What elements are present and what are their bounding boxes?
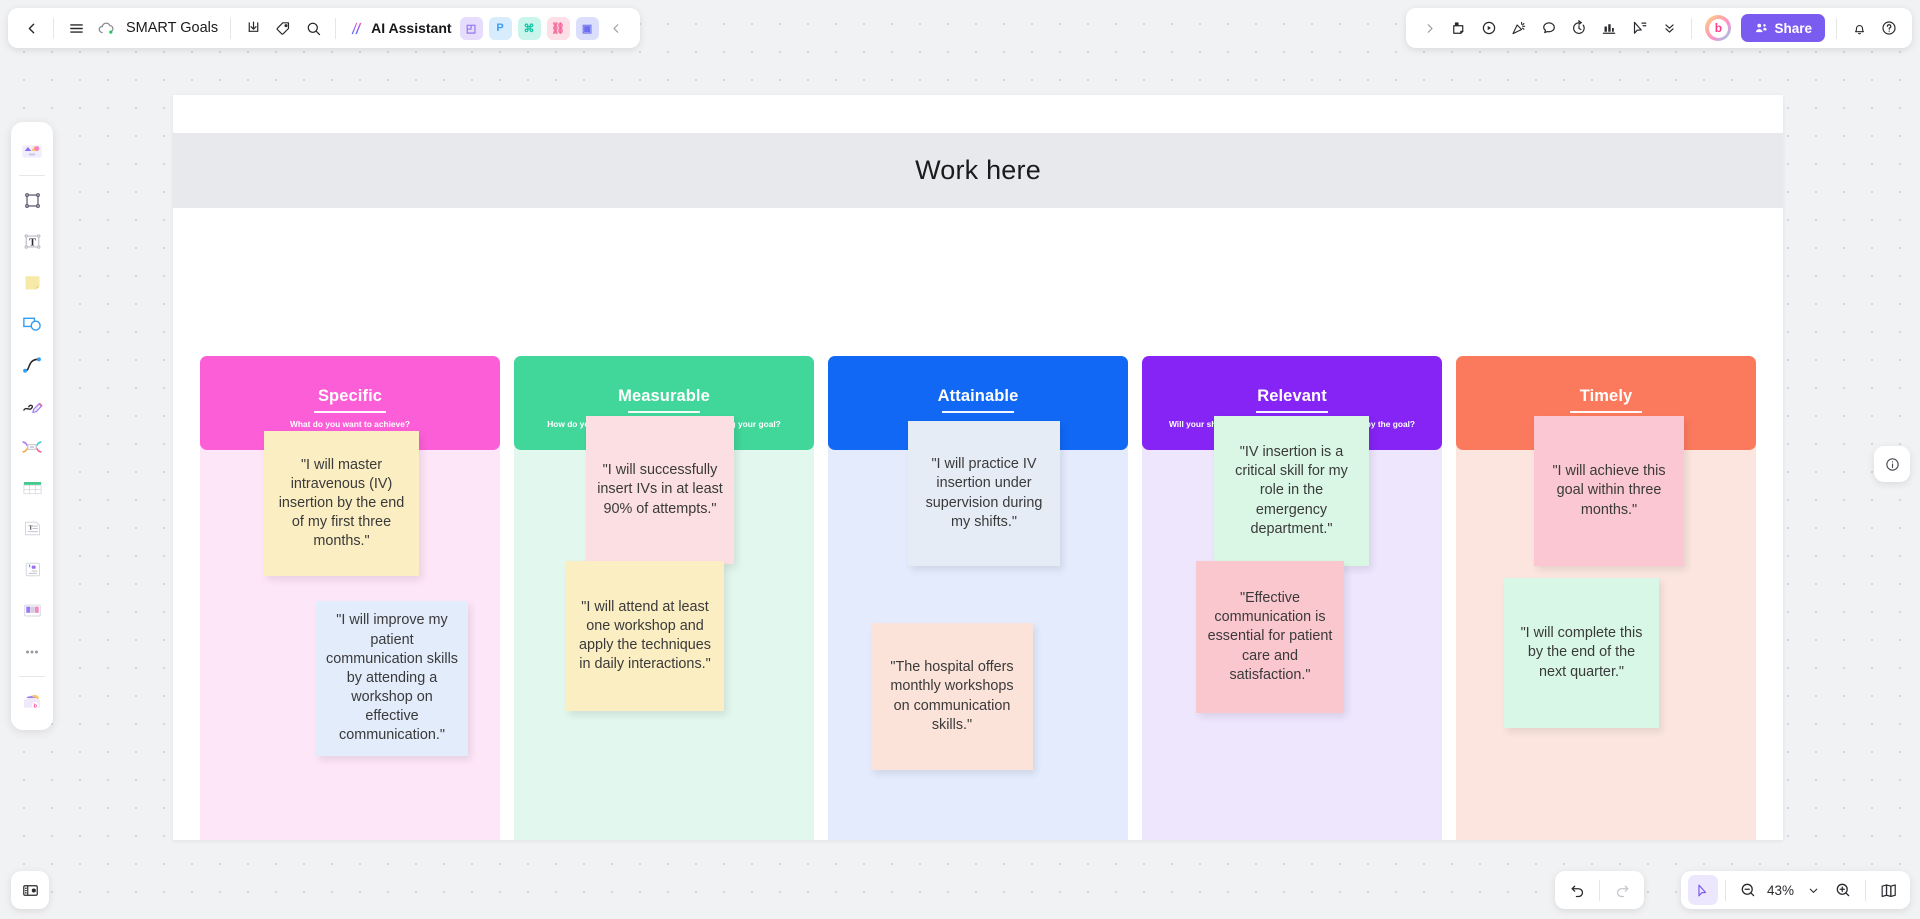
chart-icon[interactable]: [1594, 13, 1624, 43]
brand-avatar[interactable]: b: [1705, 15, 1732, 41]
help-icon[interactable]: [1874, 13, 1904, 43]
cloud-sync-icon[interactable]: [91, 13, 121, 43]
column-specific[interactable]: Specific What do you want to achieve? "I w…: [200, 356, 500, 840]
zoom-chevron-down-icon[interactable]: [1798, 875, 1828, 905]
download-button[interactable]: [238, 13, 268, 43]
column-body-timely[interactable]: "I will achieve this goal within three m…: [1462, 356, 1750, 840]
undo-redo-group[interactable]: [1555, 871, 1644, 909]
frame-icon[interactable]: [15, 184, 49, 218]
divider: [1691, 17, 1693, 39]
kanban-icon[interactable]: [15, 594, 49, 628]
collapse-chevron-left-icon[interactable]: [602, 13, 632, 43]
sticky-note[interactable]: "I will attend at least one workshop and…: [566, 561, 724, 711]
app-root: Work here Specific What do you want to ac…: [0, 0, 1920, 919]
connector-icon[interactable]: [15, 348, 49, 382]
select-cursor-button[interactable]: [1687, 875, 1718, 905]
zoom-out-button[interactable]: [1733, 875, 1763, 905]
board-info-button[interactable]: [1874, 446, 1910, 482]
mindmap-icon[interactable]: [15, 430, 49, 464]
frames-panel-button[interactable]: [11, 871, 49, 909]
card-icon[interactable]: [15, 553, 49, 587]
sticky-lock-icon[interactable]: [1444, 13, 1474, 43]
zoom-controls[interactable]: 43%: [1680, 871, 1910, 909]
play-circle-icon[interactable]: [1474, 13, 1504, 43]
smart-columns: Specific What do you want to achieve? "I w…: [173, 243, 1783, 840]
timer-icon[interactable]: [1564, 13, 1594, 43]
comment-icon[interactable]: [1534, 13, 1564, 43]
column-timely[interactable]: TimelyWhen will you achieve the goal?"I …: [1456, 356, 1756, 840]
sticky-note[interactable]: "I will successfully insert IVs in at le…: [586, 416, 734, 564]
app-chip-comment-bot[interactable]: ▣: [575, 16, 599, 40]
app-chip-group[interactable]: ◰ P ⌘ ⛓ ▣: [457, 16, 602, 40]
divider: [335, 17, 337, 39]
column-relevant[interactable]: RelevantWill your short and long-term ne…: [1142, 356, 1442, 840]
redo-button[interactable]: [1607, 875, 1637, 905]
document-title-text: SMART Goals: [126, 20, 219, 36]
sticky-note[interactable]: "I will complete this by the end of the …: [1504, 578, 1659, 728]
menu-button[interactable]: [61, 13, 91, 43]
sticky-note[interactable]: "I will improve my patient communication…: [316, 601, 468, 756]
sticky-note[interactable]: "I will practice IV insertion under supe…: [908, 421, 1060, 566]
rail-divider: [19, 676, 45, 677]
expand-chevron-right-icon[interactable]: [1414, 13, 1444, 43]
chevron-double-down-icon[interactable]: [1654, 13, 1684, 43]
sticky-note[interactable]: "Effective communication is essential fo…: [1196, 561, 1344, 713]
app-chip-mindmap[interactable]: ⌘: [517, 16, 541, 40]
party-popper-icon[interactable]: [1504, 13, 1534, 43]
sticky-note[interactable]: "IV insertion is a critical skill for my…: [1214, 416, 1369, 566]
minimap-button[interactable]: [1873, 875, 1903, 905]
column-attainable[interactable]: AttainableHow to achieve your goal?"I wi…: [828, 356, 1128, 840]
board-title-band: Work here: [173, 133, 1783, 208]
svg-text:b: b: [34, 703, 38, 709]
notification-bell-icon[interactable]: [1844, 13, 1874, 43]
ai-tools-icon[interactable]: b: [15, 685, 49, 719]
zoom-level-label[interactable]: 43%: [1763, 883, 1798, 898]
board-title: Work here: [915, 155, 1041, 185]
column-measurable[interactable]: MeasurableHow do you measure the progres…: [514, 356, 814, 840]
share-label: Share: [1774, 20, 1812, 36]
column-body-measurable[interactable]: "I will successfully insert IVs in at le…: [520, 356, 808, 840]
back-button[interactable]: [16, 13, 46, 43]
svg-text:T: T: [29, 237, 36, 248]
column-body-specific[interactable]: "I will master intravenous (IV) insertio…: [206, 356, 494, 840]
sticky-note[interactable]: "I will master intravenous (IV) insertio…: [264, 431, 419, 576]
divider: [230, 17, 232, 39]
app-chip-flowchart[interactable]: ⛓: [546, 16, 570, 40]
rail-divider: [19, 175, 45, 176]
templates-icon[interactable]: [15, 134, 49, 168]
column-body-relevant[interactable]: "IV insertion is a critical skill for my…: [1148, 356, 1436, 840]
sticky-note[interactable]: "The hospital offers monthly workshops o…: [871, 623, 1033, 770]
presenter-cursor-icon[interactable]: [1624, 13, 1654, 43]
share-button[interactable]: Share: [1741, 14, 1825, 42]
shapes-icon[interactable]: [15, 307, 49, 341]
search-button[interactable]: [298, 13, 328, 43]
more-tools-icon[interactable]: [15, 635, 49, 669]
divider: [1599, 879, 1600, 901]
tag-button[interactable]: [268, 13, 298, 43]
board-top-spacer: [173, 95, 1783, 133]
board-frame[interactable]: Work here Specific What do you want to ac…: [173, 95, 1783, 840]
sticky-note[interactable]: "I will achieve this goal within three m…: [1534, 416, 1684, 566]
app-chip-presentation[interactable]: P: [488, 16, 512, 40]
divider: [1865, 879, 1866, 901]
brand-glyph: b: [1708, 18, 1728, 38]
document-title[interactable]: SMART Goals: [121, 13, 223, 43]
ai-assistant-label: AI Assistant: [371, 20, 452, 36]
sticky-note-icon[interactable]: [15, 266, 49, 300]
column-body-attainable[interactable]: "I will practice IV insertion under supe…: [834, 356, 1122, 840]
top-toolbar[interactable]: SMART Goals AI Assistant ◰ P ⌘ ⛓ ▣: [8, 8, 640, 48]
text-icon[interactable]: T: [15, 225, 49, 259]
document-icon[interactable]: T: [15, 512, 49, 546]
divider: [53, 17, 54, 39]
app-chip-image-generator[interactable]: ◰: [459, 16, 483, 40]
zoom-in-button[interactable]: [1828, 875, 1858, 905]
tool-rail[interactable]: T Tb: [11, 122, 53, 730]
undo-button[interactable]: [1562, 875, 1592, 905]
pen-icon[interactable]: [15, 389, 49, 423]
top-right-toolbar[interactable]: b Share: [1406, 8, 1912, 48]
divider: [1724, 879, 1726, 901]
table-icon[interactable]: [15, 471, 49, 505]
divider: [1836, 17, 1837, 39]
ai-assistant-button[interactable]: AI Assistant: [343, 13, 456, 43]
